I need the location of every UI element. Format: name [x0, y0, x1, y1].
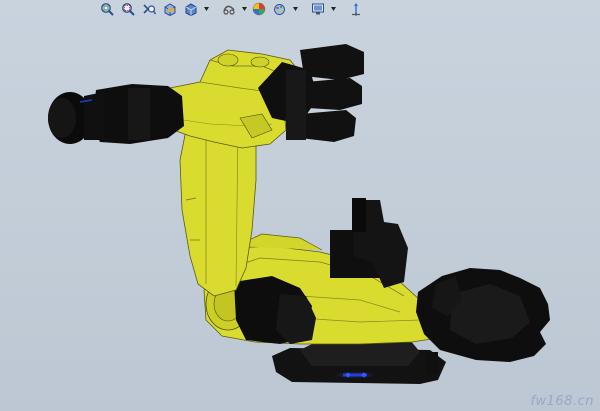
- robot-base: [272, 340, 446, 384]
- watermark-text: fw168.cn: [530, 394, 594, 409]
- graphics-viewport[interactable]: fw168.cn: [0, 0, 600, 411]
- robot-wrist: [48, 84, 184, 144]
- rear-motor-cluster: [416, 268, 550, 374]
- robot-arm-model[interactable]: [0, 0, 600, 411]
- robot-upper-arm: [179, 121, 257, 297]
